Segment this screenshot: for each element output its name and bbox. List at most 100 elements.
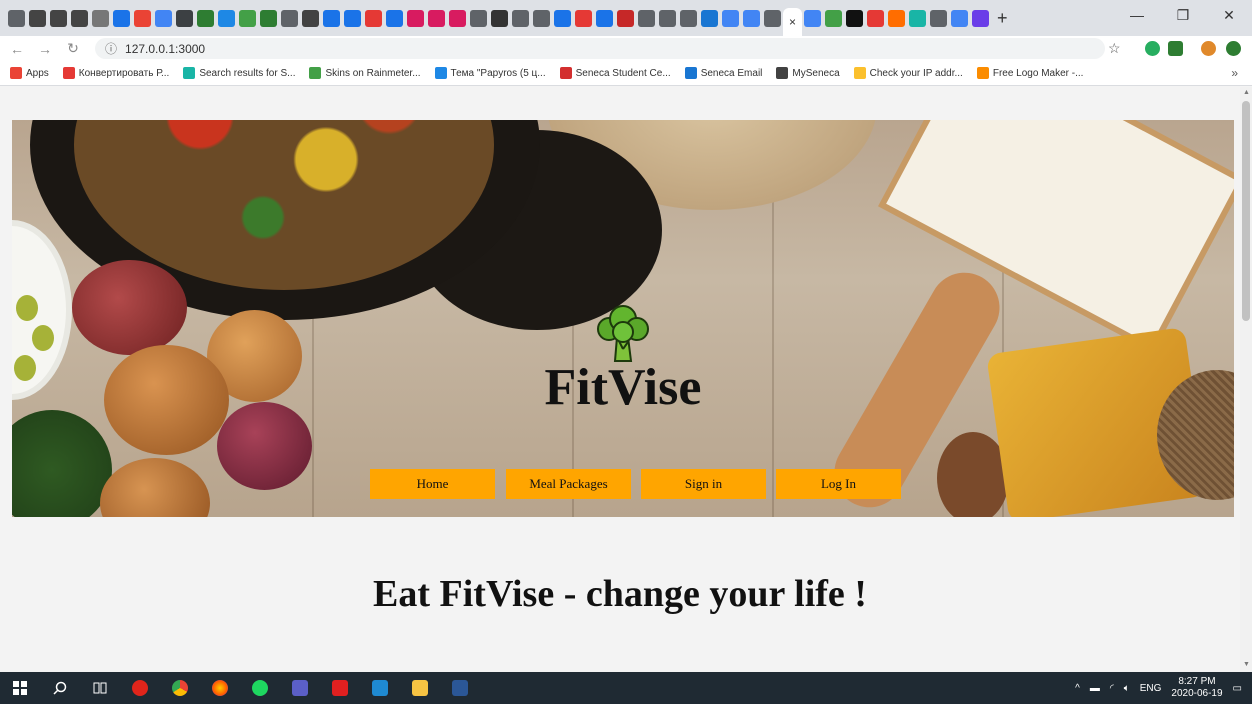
scrollbar-thumb[interactable] — [1242, 101, 1250, 321]
tab-favicon[interactable] — [260, 9, 277, 27]
profile-avatar-icon[interactable] — [1201, 41, 1216, 56]
evernote-extension-icon[interactable] — [1168, 41, 1183, 56]
forward-arrow-icon[interactable]: → — [34, 41, 56, 57]
scroll-up-arrow-icon[interactable]: ▲ — [1243, 89, 1250, 96]
tab-favicon[interactable] — [197, 9, 214, 27]
nav-meal-packages-button[interactable]: Meal Packages — [506, 469, 631, 499]
tab-favicon[interactable] — [554, 9, 571, 27]
minimize-button[interactable]: — — [1114, 0, 1160, 30]
tab-favicon[interactable] — [134, 9, 151, 27]
new-tab-button[interactable]: + — [997, 8, 1008, 29]
task-view-icon[interactable] — [80, 672, 120, 704]
tab-favicon[interactable] — [281, 9, 298, 27]
extension-o-icon[interactable] — [1226, 41, 1241, 56]
wifi-icon[interactable]: ◜ — [1110, 683, 1114, 694]
system-clock[interactable]: 8:27 PM 2020-06-19 — [1171, 676, 1222, 700]
nav-sign-in-button[interactable]: Sign in — [641, 469, 766, 499]
tab-favicon[interactable] — [218, 9, 235, 27]
tab-favicon[interactable] — [239, 9, 256, 27]
bookmark-item[interactable]: Тема "Papyros (5 ц... — [434, 67, 546, 79]
bookmark-item[interactable]: Seneca Student Ce... — [559, 67, 671, 79]
chrome-app-icon[interactable] — [160, 672, 200, 704]
bookmark-item[interactable]: Search results for S... — [183, 67, 295, 79]
tab-favicon[interactable] — [302, 9, 319, 27]
tab-favicon[interactable] — [113, 9, 130, 27]
spotify-app-icon[interactable] — [240, 672, 280, 704]
tab-favicon[interactable] — [909, 9, 927, 27]
tab-favicon[interactable] — [155, 9, 172, 27]
bookmark-item[interactable]: Apps — [10, 67, 49, 79]
tab-favicon[interactable] — [743, 9, 760, 27]
close-tab-icon[interactable]: × — [789, 15, 796, 29]
url-input[interactable]: ⓘ 127.0.0.1:3000 — [95, 38, 1105, 59]
nav-home-button[interactable]: Home — [370, 469, 495, 499]
tab-favicon[interactable] — [428, 9, 445, 27]
tab-favicon[interactable] — [92, 9, 109, 27]
acrobat-app-icon[interactable] — [320, 672, 360, 704]
tab-favicon[interactable] — [804, 9, 822, 27]
bookmark-item[interactable]: MySeneca — [776, 67, 840, 79]
close-window-button[interactable]: ✕ — [1206, 0, 1252, 30]
grammarly-extension-icon[interactable] — [1145, 41, 1160, 56]
tab-favicon[interactable] — [617, 9, 634, 27]
notifications-icon[interactable]: ▭ — [1233, 683, 1242, 694]
tab-favicon[interactable] — [764, 9, 781, 27]
page-scrollbar[interactable]: ▲ ▼ — [1240, 87, 1252, 672]
file-explorer-app-icon[interactable] — [400, 672, 440, 704]
tab-favicon[interactable] — [29, 9, 46, 27]
tab-favicon[interactable] — [533, 9, 550, 27]
tab-favicon[interactable] — [8, 9, 25, 27]
back-arrow-icon[interactable]: ← — [6, 41, 28, 57]
tab-favicon[interactable] — [930, 9, 948, 27]
tab-favicon[interactable] — [344, 9, 361, 27]
bookmark-item[interactable]: Skins on Rainmeter... — [309, 67, 421, 79]
tab-favicon[interactable] — [951, 9, 969, 27]
bookmark-item[interactable]: Seneca Email — [684, 67, 762, 79]
vscode-app-icon[interactable] — [360, 672, 400, 704]
tab-favicon[interactable] — [470, 9, 487, 27]
bookmark-item[interactable]: Free Logo Maker -... — [976, 67, 1083, 79]
start-windows-icon[interactable] — [0, 672, 40, 704]
word-app-icon[interactable] — [440, 672, 480, 704]
tab-favicon[interactable] — [680, 9, 697, 27]
tab-favicon[interactable] — [867, 9, 885, 27]
scroll-down-arrow-icon[interactable]: ▼ — [1243, 661, 1250, 668]
tab-favicon[interactable] — [596, 9, 613, 27]
tab-favicon[interactable] — [638, 9, 655, 27]
reload-icon[interactable]: ↻ — [62, 40, 84, 57]
tab-favicon[interactable] — [386, 9, 403, 27]
bookmark-star-icon[interactable]: ☆ — [1108, 40, 1121, 57]
tab-favicon[interactable] — [825, 9, 843, 27]
nav-log-in-button[interactable]: Log In — [776, 469, 901, 499]
tab-favicon[interactable] — [323, 9, 340, 27]
tab-favicon[interactable] — [972, 9, 990, 27]
volume-icon[interactable]: 🔈︎ — [1124, 683, 1130, 694]
tab-favicon[interactable] — [71, 9, 88, 27]
tab-favicon[interactable] — [365, 9, 382, 27]
tab-favicon[interactable] — [722, 9, 739, 27]
teams-app-icon[interactable] — [280, 672, 320, 704]
opera-app-icon[interactable] — [120, 672, 160, 704]
tab-favicon[interactable] — [701, 9, 718, 27]
tab-favicon[interactable] — [888, 9, 906, 27]
search-icon[interactable] — [40, 672, 80, 704]
tray-chevron-icon[interactable]: ^ — [1075, 683, 1080, 694]
bookmark-item[interactable]: Конвертировать Р... — [62, 67, 169, 79]
tab-favicon[interactable] — [449, 9, 466, 27]
tab-favicon[interactable] — [407, 9, 424, 27]
active-tab[interactable]: × — [783, 8, 803, 36]
tab-favicon[interactable] — [846, 9, 864, 27]
tab-favicon[interactable] — [491, 9, 508, 27]
tab-favicon[interactable] — [575, 9, 592, 27]
maximize-button[interactable]: ❐ — [1160, 0, 1206, 30]
battery-icon[interactable]: ▬ — [1090, 683, 1100, 694]
bookmarks-overflow-icon[interactable]: » — [1231, 66, 1238, 80]
tab-favicon[interactable] — [176, 9, 193, 27]
tab-favicon[interactable] — [512, 9, 529, 27]
tab-favicon[interactable] — [50, 9, 67, 27]
tab-favicon[interactable] — [659, 9, 676, 27]
bookmark-item[interactable]: Check your IP addr... — [853, 67, 963, 79]
site-info-icon[interactable]: ⓘ — [105, 40, 117, 57]
firefox-app-icon[interactable] — [200, 672, 240, 704]
language-indicator[interactable]: ENG — [1140, 683, 1162, 694]
